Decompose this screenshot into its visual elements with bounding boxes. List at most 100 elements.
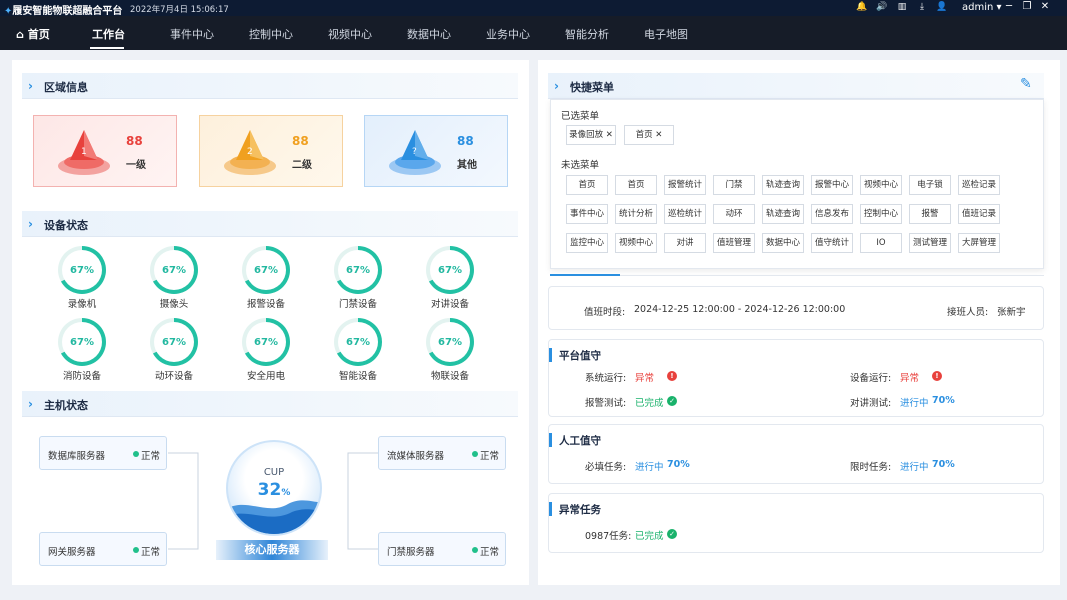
unselected-menu-chip[interactable]: 首页 [615,175,657,195]
close-icon[interactable]: ✕ [603,130,613,140]
unselected-menu-chip[interactable]: 电子锁 [909,175,951,195]
nav-home[interactable]: ⌂ 首页 [16,26,50,42]
device-gauge-label: 物联设备 [430,371,469,382]
chevron-right-icon: › [28,217,33,231]
device-gauge[interactable]: 67% [58,246,106,294]
device-gauge-value: 67% [338,322,378,362]
app-title: ✦履安智能物联超融合平台 [4,6,123,17]
unselected-menu-chip[interactable]: 控制中心 [860,204,902,224]
chart-icon[interactable]: ▥ [892,2,912,12]
nav-video[interactable]: 视频中心 [328,26,372,42]
tab-divider [620,275,1044,276]
chevron-right-icon: › [28,397,33,411]
unselected-menu-chip[interactable]: 视频中心 [860,175,902,195]
nav-workbench[interactable]: 工作台 [92,26,125,42]
alert-icon: ! [667,370,677,381]
close-icon[interactable]: ✕ [1036,1,1054,12]
region-card-other[interactable]: ? 88 其他 [364,115,508,187]
device-gauge[interactable]: 67% [58,318,106,366]
close-icon[interactable]: ✕ [653,130,662,140]
svg-text:2: 2 [247,147,253,157]
unselected-menu-chip[interactable]: 首页 [566,175,608,195]
server-database[interactable]: 数据库服务器 正常 [39,436,167,470]
volume-icon[interactable]: 🔊 [872,2,892,12]
selected-menu-chip[interactable]: 首页 ✕ [624,125,674,145]
device-gauge[interactable]: 67% [426,246,474,294]
check-icon: ✓ [667,395,677,406]
unselected-menu-chip[interactable]: 报警统计 [664,175,706,195]
device-gauge-label: 录像机 [67,299,97,310]
svg-text:?: ? [412,147,417,157]
server-media[interactable]: 流媒体服务器 正常 [378,436,506,470]
region-label: 二级 [292,160,312,171]
nav-map[interactable]: 电子地图 [644,26,688,42]
device-gauge-label: 安全用电 [246,371,285,382]
other-pyramid-icon: ? [389,130,441,175]
duty-next-person: 张新宇 [997,307,1026,318]
download-icon[interactable]: ⤓ [912,2,932,12]
unselected-menu-chip[interactable]: 值守统计 [811,233,853,253]
device-gauge-label: 门禁设备 [338,299,377,310]
active-tab-indicator [90,47,124,49]
unselected-menu-chip[interactable]: 数据中心 [762,233,804,253]
edit-icon[interactable]: ✎ [1020,76,1032,92]
unselected-menu-chip[interactable]: 监控中心 [566,233,608,253]
device-gauge[interactable]: 67% [426,318,474,366]
restore-icon[interactable]: ❐ [1018,1,1036,12]
bell-icon[interactable]: 🔔 [852,2,872,12]
unselected-menu-chip[interactable]: 门禁 [713,175,755,195]
chevron-right-icon: › [554,79,559,93]
minimize-icon[interactable]: ─ [1000,1,1018,12]
user-menu[interactable]: admin ▾ [962,2,1002,13]
device-gauge[interactable]: 67% [242,246,290,294]
status-dot [133,547,139,553]
unselected-menu-chip[interactable]: IO [860,233,902,253]
unselected-menu-chip[interactable]: 大屏管理 [958,233,1000,253]
unselected-menu-chip[interactable]: 轨迹查询 [762,204,804,224]
nav-events[interactable]: 事件中心 [170,26,214,42]
selected-menu-chip[interactable]: 录像回放 ✕ [566,125,616,145]
core-server-label: 核心服务器 [216,540,328,560]
unselected-menu-chip[interactable]: 值班管理 [713,233,755,253]
unselected-menu-chip[interactable]: 值班记录 [958,204,1000,224]
unselected-menu-chip[interactable]: 动环 [713,204,755,224]
nav-control[interactable]: 控制中心 [249,26,293,42]
unselected-menu-chip[interactable]: 测试管理 [909,233,951,253]
unselected-menu-chip[interactable]: 信息发布 [811,204,853,224]
unselected-menu-chip[interactable]: 巡检统计 [664,204,706,224]
region-value: 88 [457,134,474,148]
unselected-menu-chip[interactable]: 报警 [909,204,951,224]
unselected-menu-chip[interactable]: 巡检记录 [958,175,1000,195]
limit-task-percent: 70% [932,459,955,470]
region-value: 88 [126,134,143,148]
device-gauge-value: 67% [430,250,470,290]
device-gauge[interactable]: 67% [334,246,382,294]
manual-card: 人工值守 必填任务: 进行中 70% 限时任务: 进行中 70% [548,424,1044,484]
system-status: 异常 [635,373,655,384]
unselected-menu-chip[interactable]: 轨迹查询 [762,175,804,195]
unselected-menu-chip[interactable]: 事件中心 [566,204,608,224]
unselected-menu-chip[interactable]: 对讲 [664,233,706,253]
device-gauge[interactable]: 67% [242,318,290,366]
device-gauge[interactable]: 67% [150,246,198,294]
region-card-level1[interactable]: 1 88 一级 [33,115,177,187]
status-dot [133,451,139,457]
server-gateway[interactable]: 网关服务器 正常 [39,532,167,566]
device-gauge-value: 67% [62,250,102,290]
title-bar: ✦履安智能物联超融合平台 2022年7月4日 15:06:17 🔔 🔊 ▥ ⤓ 👤 ad… [0,0,1067,17]
region-card-level2[interactable]: 2 88 二级 [199,115,343,187]
unselected-menu-chip[interactable]: 统计分析 [615,204,657,224]
nav-business[interactable]: 业务中心 [486,26,530,42]
device-gauge[interactable]: 67% [150,318,198,366]
user-icon[interactable]: 👤 [932,2,952,12]
server-access[interactable]: 门禁服务器 正常 [378,532,506,566]
nav-analysis[interactable]: 智能分析 [565,26,609,42]
window-controls: ─ ❐ ✕ [1000,1,1054,12]
device-gauge[interactable]: 67% [334,318,382,366]
nav-data[interactable]: 数据中心 [407,26,451,42]
unselected-menu-chip[interactable]: 视频中心 [615,233,657,253]
device-gauge-label: 对讲设备 [430,299,469,310]
unselected-menu-chip[interactable]: 报警中心 [811,175,853,195]
region-label: 一级 [126,160,146,171]
region-label: 其他 [457,160,477,171]
